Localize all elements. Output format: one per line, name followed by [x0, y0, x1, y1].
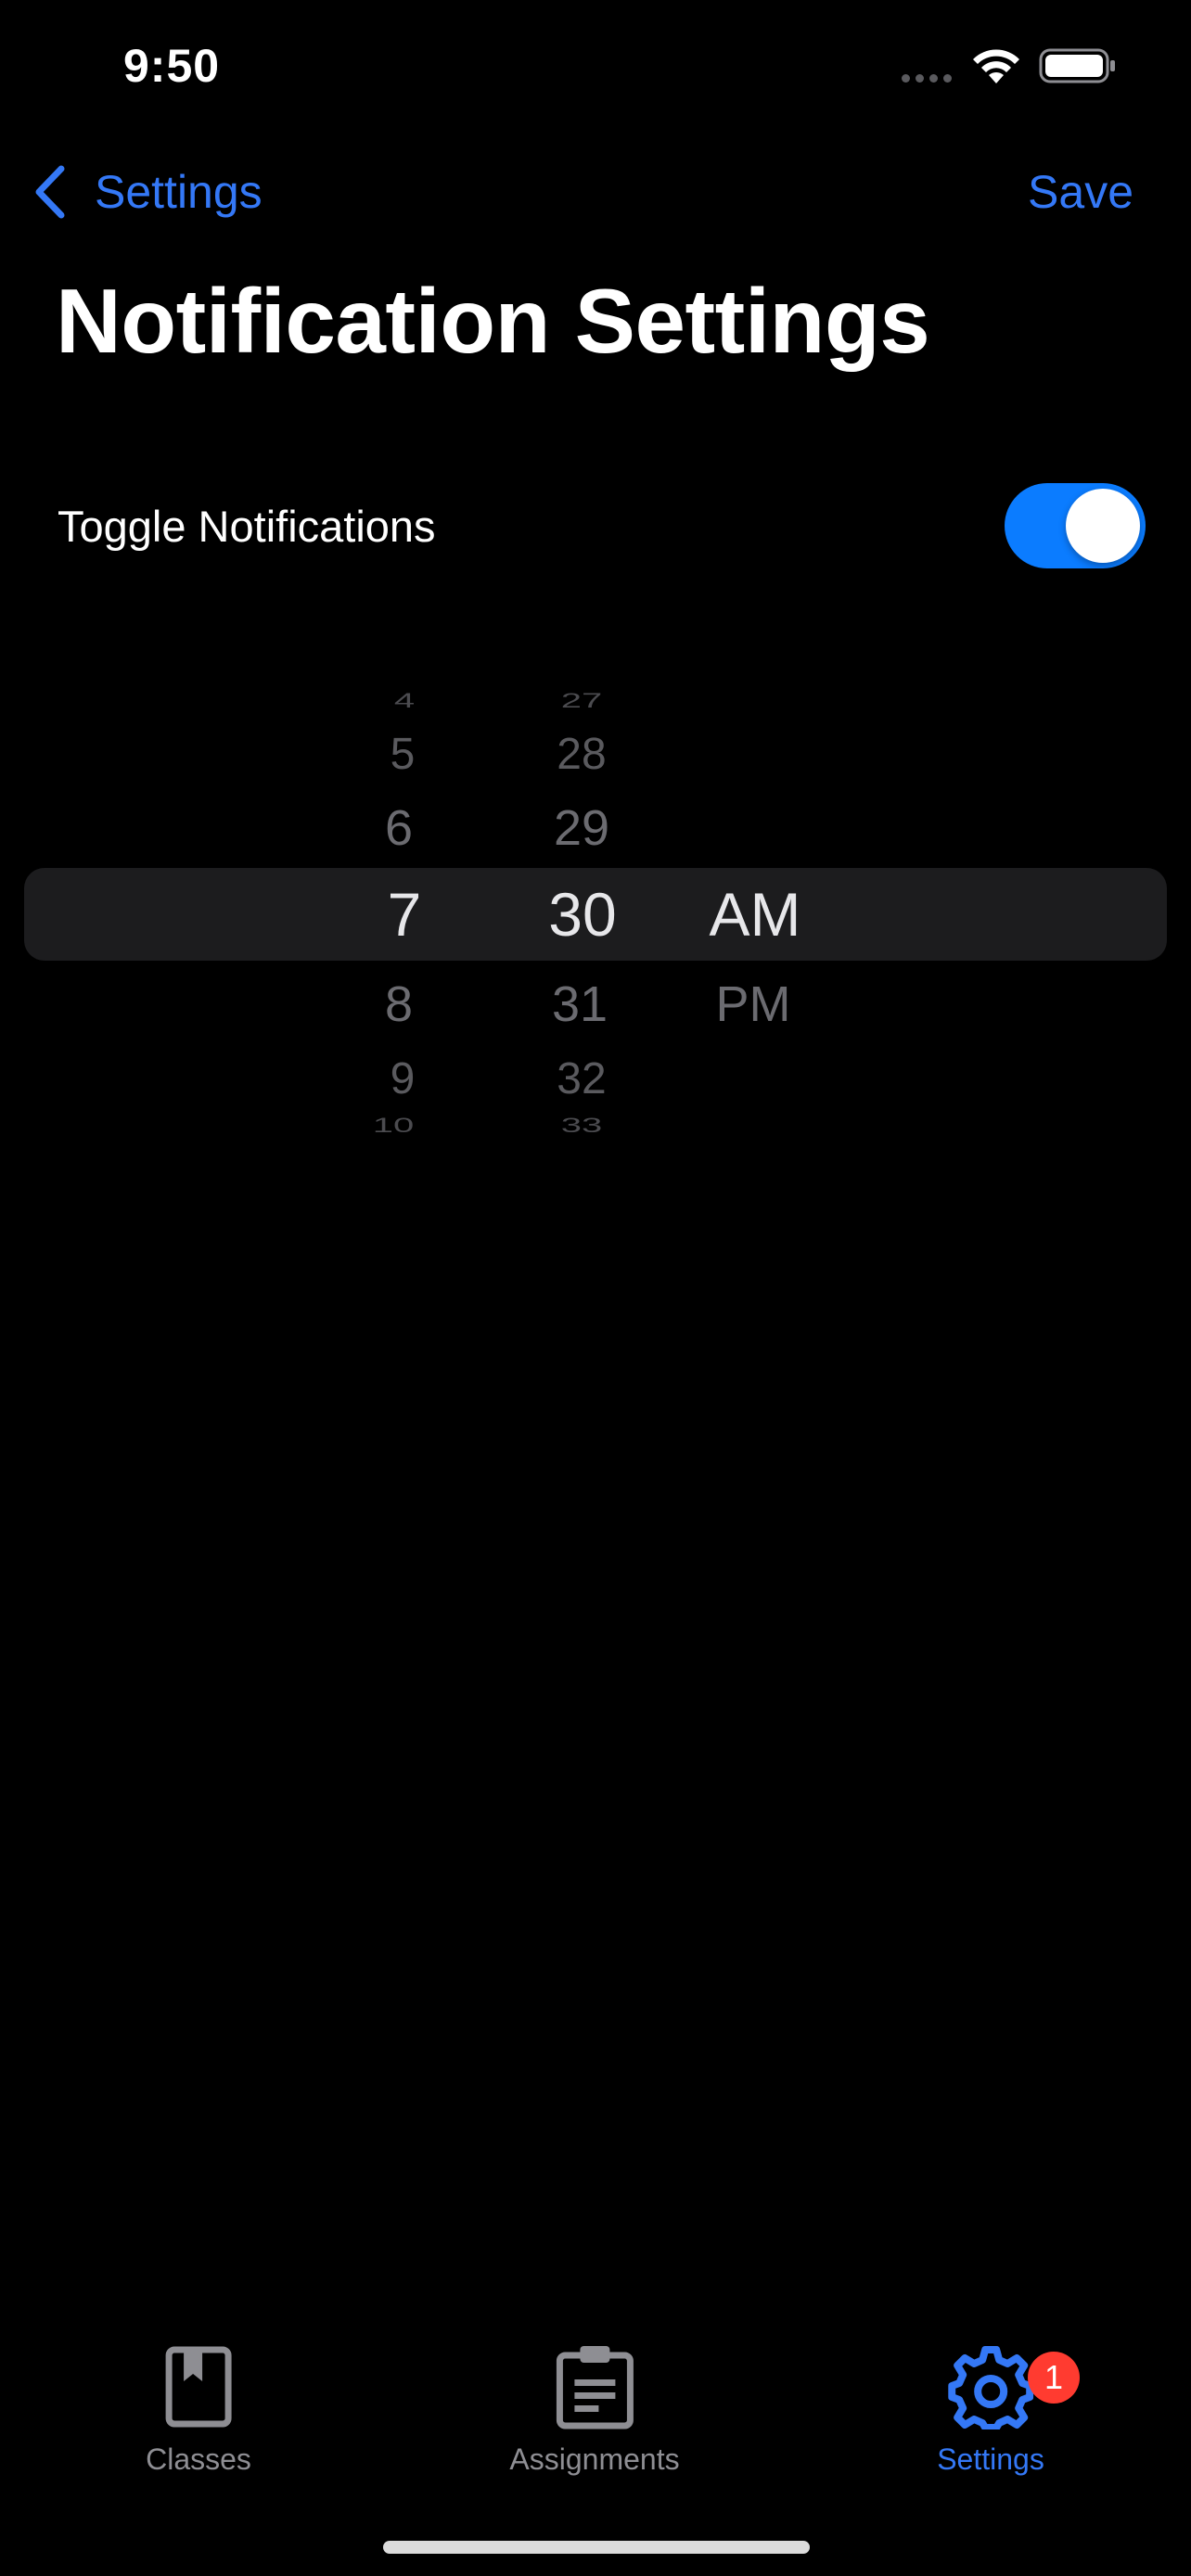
hour-option: 5 — [390, 730, 416, 779]
minute-option: 31 — [551, 976, 608, 1032]
hour-option: 4 — [393, 689, 416, 713]
chevron-left-icon — [35, 165, 65, 219]
tab-classes-label: Classes — [146, 2442, 251, 2476]
wifi-icon — [973, 49, 1019, 83]
tab-settings-label: Settings — [937, 2442, 1044, 2476]
period-option: PM — [715, 976, 791, 1032]
tab-assignments[interactable]: Assignments — [509, 2344, 680, 2477]
minute-option: 28 — [557, 730, 607, 779]
tab-classes[interactable]: Classes — [146, 2344, 251, 2477]
back-button-label: Settings — [95, 166, 263, 218]
page-title: Notification Settings — [56, 270, 930, 372]
hour-option: 6 — [384, 800, 414, 856]
hour-option: 8 — [384, 976, 414, 1032]
period-option-selected: AM — [709, 880, 801, 949]
book-icon — [165, 2346, 232, 2428]
cellular-signal-icon — [902, 74, 952, 83]
status-time: 9:50 — [123, 40, 221, 92]
gear-icon — [948, 2346, 1033, 2429]
tab-settings[interactable]: Settings — [937, 2344, 1044, 2477]
hour-option: 10 — [372, 1114, 415, 1138]
save-button[interactable]: Save — [1028, 159, 1133, 224]
home-indicator[interactable] — [383, 2541, 810, 2554]
minute-option: 29 — [553, 800, 610, 856]
toggle-knob — [1066, 489, 1140, 563]
minute-option-selected: 30 — [548, 880, 617, 949]
toggle-notifications-label: Toggle Notifications — [58, 502, 436, 551]
notification-badge: 1 — [1028, 2352, 1080, 2404]
clipboard-icon — [556, 2346, 634, 2429]
tab-assignments-label: Assignments — [509, 2442, 680, 2476]
back-button[interactable]: Settings — [33, 159, 263, 224]
minute-option: 27 — [560, 689, 603, 713]
hour-option: 9 — [390, 1054, 416, 1103]
battery-icon — [1039, 48, 1115, 83]
notifications-toggle[interactable] — [1005, 483, 1146, 568]
hour-option-selected: 7 — [387, 880, 422, 949]
minute-option: 32 — [557, 1054, 607, 1103]
minute-option: 33 — [560, 1114, 603, 1138]
